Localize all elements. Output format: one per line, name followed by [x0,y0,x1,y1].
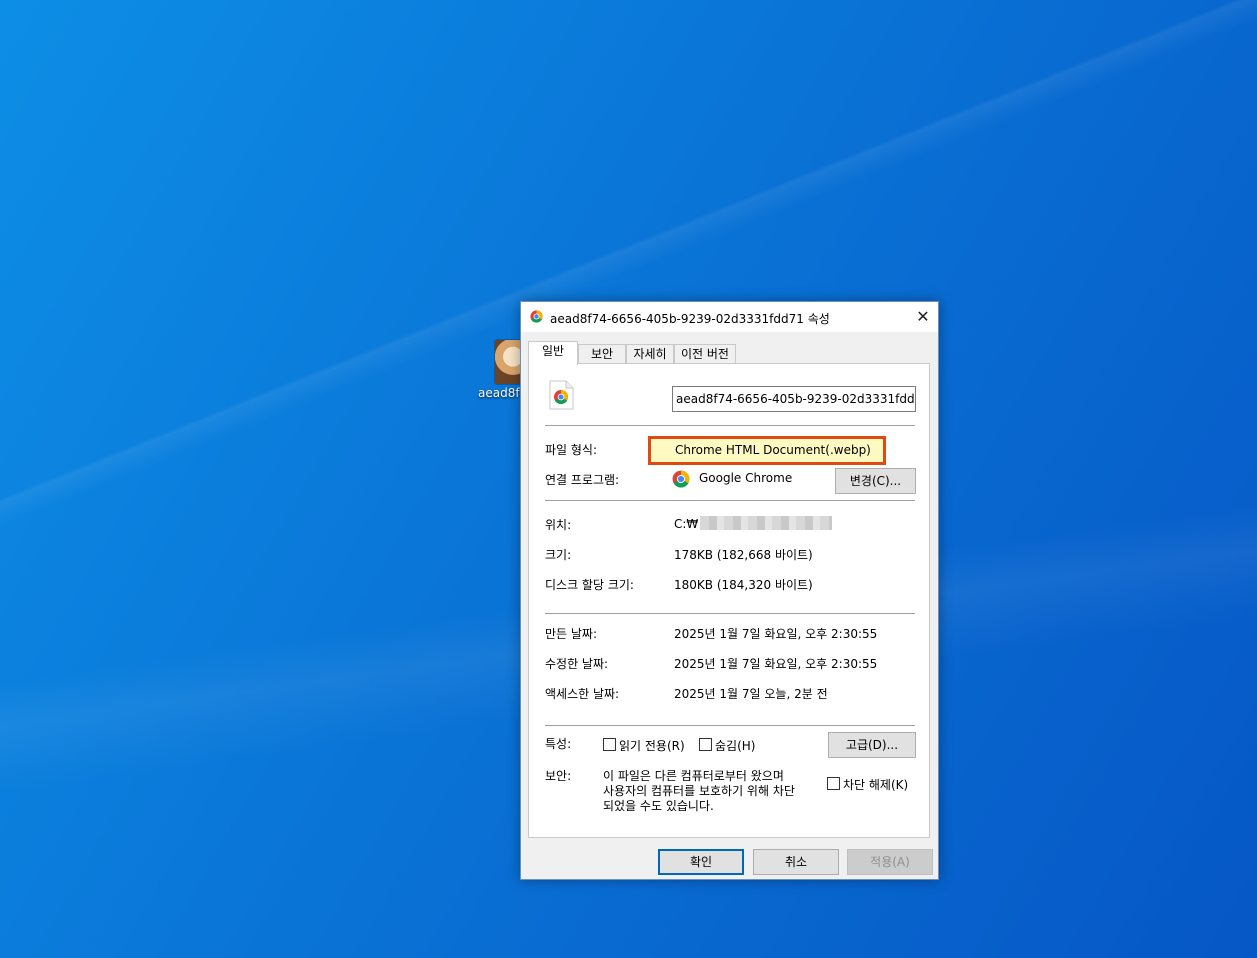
tab-details[interactable]: 자세히 [626,344,674,364]
general-panel: aead8f74-6656-405b-9239-02d3331fdd71 파일 … [528,363,930,838]
ok-button[interactable]: 확인 [658,849,744,875]
file-type-highlight: Chrome HTML Document(.webp) [648,436,886,465]
size-value: 178KB (182,668 바이트) [674,548,813,562]
checkbox-box[interactable] [827,777,840,790]
security-label: 보안: [545,769,572,783]
tab-security[interactable]: 보안 [578,344,626,364]
location-text: C:₩ [674,517,699,531]
unblock-label: 차단 해제(K) [843,778,909,792]
location-label: 위치: [545,518,572,532]
title-bar[interactable]: aead8f74-6656-405b-9239-02d3331fdd71 속성 … [521,302,938,332]
opens-with-value: Google Chrome [699,471,793,485]
desktop-file-label: aead8f74 [478,386,520,400]
close-icon[interactable]: ✕ [908,302,938,332]
cancel-button[interactable]: 취소 [753,849,839,875]
apply-button[interactable]: 적용(A) [847,849,933,875]
created-value: 2025년 1월 7일 화요일, 오후 2:30:55 [674,627,878,641]
file-name-field[interactable]: aead8f74-6656-405b-9239-02d3331fdd71 [672,386,916,412]
accessed-value: 2025년 1월 7일 오늘, 2분 전 [674,687,828,701]
opens-with-label: 연결 프로그램: [545,473,620,487]
attributes-label: 특성: [545,737,572,751]
checkbox-box[interactable] [699,738,712,751]
chrome-file-icon [530,310,543,323]
file-type-value: Chrome HTML Document(.webp) [675,443,871,457]
change-button[interactable]: 변경(C)... [835,468,916,494]
disk-size-value: 180KB (184,320 바이트) [674,578,813,592]
size-label: 크기: [545,548,572,562]
tab-general[interactable]: 일반 [528,341,578,365]
file-type-label: 파일 형식: [545,443,598,457]
dialog-title: aead8f74-6656-405b-9239-02d3331fdd71 속성 [550,312,830,326]
divider [545,613,915,614]
advanced-button[interactable]: 고급(D)... [828,732,916,758]
modified-value: 2025년 1월 7일 화요일, 오후 2:30:55 [674,657,878,671]
security-text-line3: 되었을 수도 있습니다. [603,799,714,813]
readonly-label: 읽기 전용(R) [619,739,685,753]
chrome-icon [672,470,690,488]
disk-size-label: 디스크 할당 크기: [545,578,634,592]
divider [545,725,915,726]
readonly-checkbox[interactable]: 읽기 전용(R) [603,737,685,754]
accessed-label: 액세스한 날짜: [545,687,620,701]
properties-dialog: aead8f74-6656-405b-9239-02d3331fdd71 속성 … [520,301,939,880]
hidden-label: 숨김(H) [715,739,756,753]
divider [545,500,915,501]
checkbox-box[interactable] [603,738,616,751]
unblock-checkbox[interactable]: 차단 해제(K) [827,776,908,793]
redacted-path [700,516,833,530]
location-value: C:₩ [674,516,833,531]
created-label: 만든 날짜: [545,627,598,641]
divider [545,425,915,426]
file-type-icon [549,380,574,410]
tab-previous-versions[interactable]: 이전 버전 [674,344,736,364]
modified-label: 수정한 날짜: [545,657,609,671]
hidden-checkbox[interactable]: 숨김(H) [699,737,755,754]
